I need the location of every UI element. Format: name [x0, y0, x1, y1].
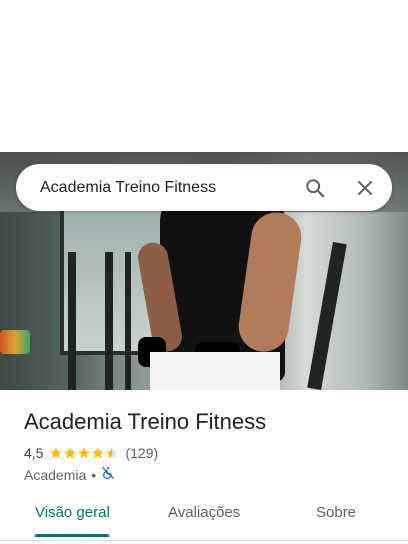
tab-visao-geral[interactable]: Visão geral [35, 504, 110, 521]
search-icon[interactable] [302, 175, 328, 201]
photo-rack-mid [125, 252, 131, 390]
photo-rack-right [307, 241, 347, 390]
search-input[interactable]: Academia Treino Fitness [40, 179, 216, 197]
star-icon [78, 447, 91, 459]
photo-rack-left-2 [105, 252, 113, 390]
star-half-icon [106, 447, 119, 459]
close-icon[interactable] [352, 175, 378, 201]
star-rating [49, 446, 119, 460]
tab-avaliacoes[interactable]: Avaliações [168, 504, 240, 521]
star-icon [50, 447, 63, 459]
tab-sobre[interactable]: Sobre [316, 504, 356, 521]
rating-row[interactable]: 4,5 (129) [24, 445, 158, 461]
star-icon [92, 447, 105, 459]
search-bar[interactable]: Academia Treino Fitness [16, 164, 392, 211]
review-count[interactable]: (129) [125, 445, 158, 461]
tab-bar: Visão geral Avaliações Sobre [0, 496, 408, 538]
photo-rack-left [68, 252, 76, 390]
category-row: Academia • [24, 466, 115, 483]
star-icon [64, 447, 77, 459]
divider [0, 540, 408, 541]
photo-shorts [150, 352, 280, 390]
place-category: Academia [24, 466, 87, 483]
separator: • [91, 466, 97, 483]
not-wheelchair-accessible-icon [101, 466, 115, 483]
place-title: Academia Treino Fitness [24, 409, 267, 434]
active-tab-indicator [35, 534, 109, 537]
photo-plates [0, 330, 30, 354]
rating-value: 4,5 [24, 445, 44, 461]
